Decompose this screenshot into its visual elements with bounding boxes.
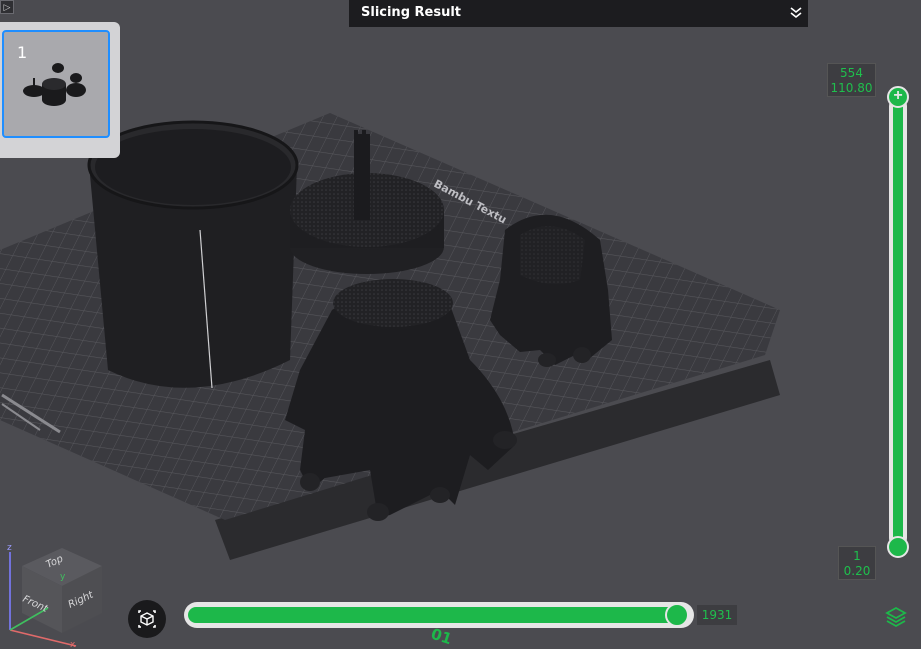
layer-slider-bottom-handle[interactable] bbox=[887, 536, 909, 558]
plate-list-panel: 1 bbox=[0, 22, 120, 158]
bottom-layer-number: 1 bbox=[853, 549, 861, 563]
y-axis-label: y bbox=[60, 572, 66, 582]
top-layer-label: 554 110.80 bbox=[827, 63, 876, 97]
view-mode-button[interactable] bbox=[128, 600, 166, 638]
x-axis-label: x bbox=[70, 640, 76, 649]
move-slider-value: 1931 bbox=[697, 605, 737, 625]
move-slider-fill bbox=[188, 607, 684, 623]
navigation-cube[interactable]: z y x Top Front Right bbox=[0, 538, 110, 649]
layers-icon[interactable] bbox=[884, 604, 908, 628]
collapse-sidebar-button[interactable]: ▷ bbox=[0, 0, 14, 14]
plate-number: 1 bbox=[17, 43, 28, 62]
move-slider-handle[interactable] bbox=[665, 603, 689, 627]
x-axis bbox=[9, 629, 77, 647]
top-layer-number: 554 bbox=[840, 66, 863, 80]
bottom-layer-label: 1 0.20 bbox=[838, 546, 876, 580]
bed-marker-text: 01 bbox=[429, 625, 454, 649]
top-layer-height: 110.80 bbox=[830, 81, 873, 95]
plate-thumbnail[interactable]: 1 bbox=[2, 30, 110, 138]
z-axis-label: z bbox=[7, 543, 12, 553]
bottom-layer-height: 0.20 bbox=[843, 564, 871, 578]
slicing-result-bar[interactable]: Slicing Result bbox=[349, 0, 808, 27]
cube-view-icon bbox=[138, 610, 156, 628]
layer-slider-fill bbox=[893, 100, 903, 544]
chevron-double-down-icon[interactable] bbox=[788, 4, 804, 20]
layer-slider-top-handle[interactable]: + bbox=[887, 86, 909, 108]
3d-viewport[interactable]: Bambu Textu 01 bbox=[0, 0, 921, 649]
slicing-result-title: Slicing Result bbox=[361, 5, 462, 20]
build-plate-scene: Bambu Textu 01 bbox=[0, 113, 780, 649]
cylinder-object[interactable] bbox=[87, 120, 299, 389]
